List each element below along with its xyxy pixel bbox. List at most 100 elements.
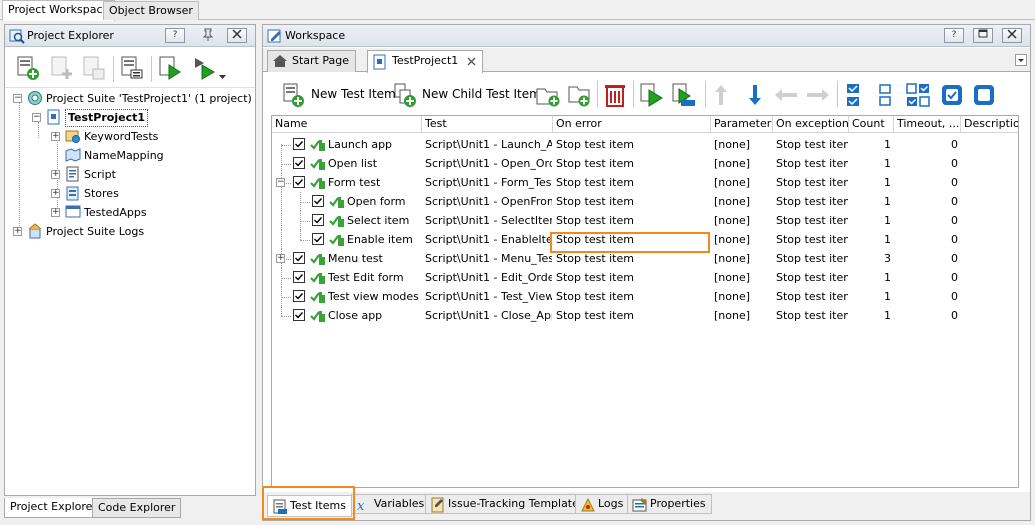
add-child-folder-icon[interactable] [565, 82, 591, 108]
cell-parameters[interactable]: [none] [714, 154, 772, 173]
move-down-icon[interactable] [747, 82, 763, 108]
cell-test[interactable]: Script\Unit1 - Form_Test [425, 173, 552, 192]
test-item-checkbox[interactable] [293, 138, 305, 150]
test-item-checkbox[interactable] [293, 290, 305, 302]
cell-count[interactable]: 1 [849, 173, 891, 192]
cell-on-exception[interactable]: Stop test item [776, 173, 848, 192]
help-button[interactable]: ? [944, 28, 964, 43]
cell-test[interactable]: Script\Unit1 - Open_Ord... [425, 154, 552, 173]
table-row[interactable]: Select item Script\Unit1 - SelectItem Stop… [272, 211, 1018, 230]
collapse-icon[interactable]: − [13, 94, 22, 103]
properties-icon[interactable] [119, 54, 145, 82]
table-row[interactable]: Close app Script\Unit1 - Close_App Stop te… [272, 306, 1018, 325]
cell-test[interactable]: Script\Unit1 - EnableItem [425, 230, 552, 249]
tab-issue-tracking-templates[interactable]: Issue-Tracking Templates [425, 494, 591, 514]
restore-button[interactable] [973, 28, 993, 43]
cell-count[interactable]: 1 [849, 211, 891, 230]
close-workspace-button[interactable] [1002, 28, 1022, 43]
cell-name[interactable]: Enable item [347, 230, 422, 249]
cell-parameters[interactable]: [none] [714, 192, 772, 211]
cell-test[interactable]: Script\Unit1 - Launch_App [425, 135, 552, 154]
cell-test[interactable]: Script\Unit1 - Edit_Order [425, 268, 552, 287]
uncheck-selected-icon[interactable] [973, 84, 995, 106]
table-row[interactable]: Open listScript\Unit1 - Open_Ord...Stop … [272, 154, 1018, 173]
cell-name[interactable]: Test Edit form [328, 268, 422, 287]
run-test-item-icon[interactable] [639, 82, 665, 108]
cell-test[interactable]: Script\Unit1 - Test_Views [425, 287, 552, 306]
test-item-checkbox[interactable] [293, 271, 305, 283]
cell-test[interactable]: Script\Unit1 - Close_App [425, 306, 552, 325]
cell-on-exception[interactable]: Stop test item [776, 268, 848, 287]
column-header-count[interactable]: Count [849, 116, 894, 133]
cell-on-error[interactable]: Stop test item [556, 135, 710, 154]
cell-name[interactable]: Open form [347, 192, 422, 211]
test-item-checkbox[interactable] [293, 157, 305, 169]
expand-icon[interactable]: + [51, 132, 60, 141]
tab-properties[interactable]: Properties [627, 494, 712, 514]
tab-project-explorer[interactable]: Project Explorer [4, 498, 103, 518]
cell-name[interactable]: Form test [328, 173, 422, 192]
cell-parameters[interactable]: [none] [714, 211, 772, 230]
cell-count[interactable]: 1 [849, 268, 891, 287]
cell-on-exception[interactable]: Stop test item [776, 249, 848, 268]
cell-count[interactable]: 1 [849, 192, 891, 211]
cell-count[interactable]: 1 [849, 154, 891, 173]
run-selected-icon[interactable] [671, 82, 697, 108]
toggle-check-icon[interactable] [905, 82, 931, 108]
expand-icon[interactable]: + [13, 227, 22, 236]
cell-on-error[interactable]: Stop test item [556, 268, 710, 287]
cell-on-exception[interactable]: Stop test item [776, 306, 848, 325]
add-existing-item-icon[interactable] [49, 54, 75, 82]
cell-count[interactable]: 1 [849, 287, 891, 306]
table-row[interactable]: − Form test Script\Unit1 - Form_Test Stop t… [272, 173, 1018, 192]
cell-count[interactable]: 1 [849, 230, 891, 249]
chevron-down-icon[interactable] [1015, 54, 1027, 66]
tab-variables[interactable]: x Variables [351, 494, 431, 514]
cell-parameters[interactable]: [none] [714, 287, 772, 306]
table-row[interactable]: Open form Script\Unit1 - OpenFrom Stop tes… [272, 192, 1018, 211]
cell-name[interactable]: Menu test [328, 249, 422, 268]
help-button[interactable]: ? [165, 28, 185, 43]
tab-start-page[interactable]: Start Page [267, 50, 356, 72]
expand-icon[interactable]: + [51, 189, 60, 198]
cell-timeout[interactable]: 0 [894, 306, 958, 325]
add-item-icon[interactable] [15, 54, 41, 82]
cell-timeout[interactable]: 0 [894, 211, 958, 230]
chevron-down-icon[interactable] [219, 74, 227, 80]
test-item-checkbox[interactable] [293, 252, 305, 264]
run-project-icon[interactable] [157, 54, 183, 82]
test-item-checkbox[interactable] [312, 214, 324, 226]
cell-on-error[interactable]: Stop test item [556, 154, 710, 173]
cell-timeout[interactable]: 0 [894, 287, 958, 306]
cell-on-error[interactable]: Stop test item [556, 173, 710, 192]
run-suite-icon[interactable] [191, 54, 217, 82]
cell-count[interactable]: 1 [849, 135, 891, 154]
cell-parameters[interactable]: [none] [714, 249, 772, 268]
cell-parameters[interactable]: [none] [714, 268, 772, 287]
cell-test[interactable]: Script\Unit1 - SelectItem [425, 211, 552, 230]
test-item-checkbox[interactable] [312, 233, 324, 245]
cell-parameters[interactable]: [none] [714, 135, 772, 154]
cell-timeout[interactable]: 0 [894, 268, 958, 287]
cell-timeout[interactable]: 0 [894, 192, 958, 211]
move-right-icon[interactable] [805, 87, 831, 103]
table-row[interactable]: Test Edit form Script\Unit1 - Edit_Order S… [272, 268, 1018, 287]
column-header-timeout[interactable]: Timeout, ... [894, 116, 961, 133]
cell-name[interactable]: Launch app [328, 135, 422, 154]
add-folder-icon[interactable] [535, 82, 561, 108]
expand-icon[interactable]: + [51, 170, 60, 179]
cell-parameters[interactable]: [none] [714, 306, 772, 325]
expand-icon[interactable]: + [51, 208, 60, 217]
check-selected-icon[interactable] [941, 84, 963, 106]
close-panel-button[interactable] [227, 28, 247, 43]
cell-test[interactable]: Script\Unit1 - OpenFrom [425, 192, 552, 211]
cell-parameters[interactable]: [none] [714, 230, 772, 249]
cell-on-exception[interactable]: Stop test item [776, 287, 848, 306]
move-left-icon[interactable] [773, 87, 799, 103]
column-header-on-error[interactable]: On error [553, 116, 711, 133]
remove-item-icon[interactable] [81, 54, 107, 82]
check-all-icon[interactable] [845, 82, 863, 108]
cell-parameters[interactable]: [none] [714, 173, 772, 192]
collapse-icon[interactable]: − [276, 178, 285, 187]
cell-timeout[interactable]: 0 [894, 249, 958, 268]
